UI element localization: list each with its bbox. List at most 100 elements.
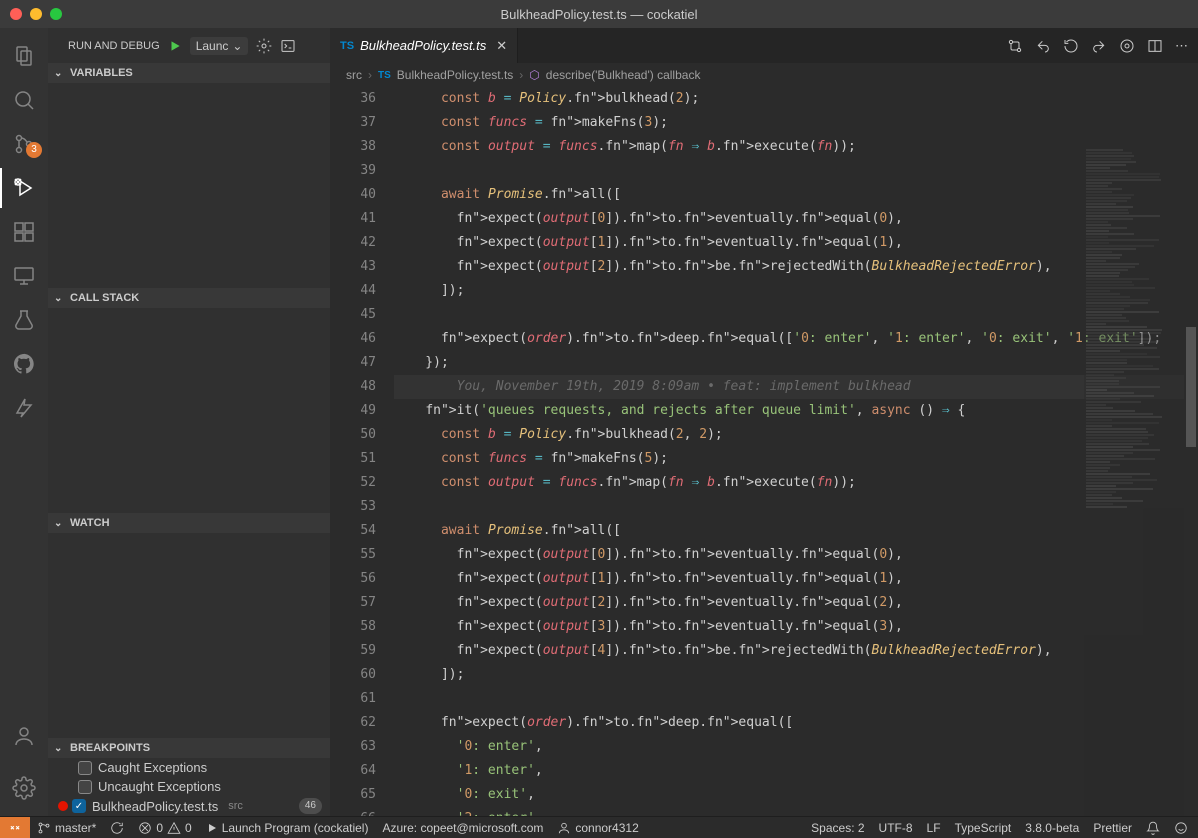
problems[interactable]: 0 0: [131, 817, 198, 838]
go-forward-icon[interactable]: [1091, 38, 1107, 54]
breakpoint-label: Uncaught Exceptions: [98, 779, 221, 794]
breakpoint-uncaught-exceptions[interactable]: Uncaught Exceptions: [48, 777, 330, 796]
breadcrumb-item[interactable]: describe('Bulkhead') callback: [546, 68, 701, 82]
breakpoint-dot-icon: [58, 801, 68, 811]
debug-target[interactable]: Launch Program (cockatiel): [199, 817, 376, 838]
github-tab[interactable]: [0, 344, 48, 384]
chevron-down-icon: ⌄: [54, 743, 66, 754]
azure-tab[interactable]: [0, 388, 48, 428]
git-branch[interactable]: master*: [30, 817, 103, 838]
maximize-window-button[interactable]: [50, 8, 62, 20]
scrollbar-thumb[interactable]: [1186, 327, 1196, 447]
sidebar-title: RUN AND DEBUG: [68, 40, 160, 52]
azure-account[interactable]: Azure: copeet@microsoft.com: [375, 817, 550, 838]
chevron-right-icon: ›: [368, 68, 372, 82]
titlebar: BulkheadPolicy.test.ts — cockatiel: [0, 0, 1198, 28]
breakpoint-caught-exceptions[interactable]: Caught Exceptions: [48, 758, 330, 777]
spaces-indicator[interactable]: Spaces: 2: [804, 817, 871, 838]
breakpoints-section-header[interactable]: ⌄ BREAKPOINTS: [48, 738, 330, 758]
symbol-icon: ⬡: [529, 68, 539, 82]
minimap[interactable]: [1084, 147, 1184, 816]
variables-section: [48, 83, 330, 288]
testing-tab[interactable]: [0, 300, 48, 340]
typescript-file-icon: TS: [378, 70, 391, 81]
eol-indicator[interactable]: LF: [920, 817, 948, 838]
callstack-section: [48, 308, 330, 513]
breadcrumb-item[interactable]: BulkheadPolicy.test.ts: [397, 68, 514, 82]
gear-icon[interactable]: [256, 38, 272, 54]
settings-icon[interactable]: [0, 768, 48, 808]
status-bar: master* 0 0 Launch Program (cockatiel) A…: [0, 816, 1198, 838]
editor-actions: ⋯: [1007, 28, 1198, 63]
checkbox[interactable]: [78, 780, 92, 794]
liveshare-label: connor4312: [575, 821, 638, 835]
warnings-count: 0: [185, 821, 192, 835]
preview-icon[interactable]: [1119, 38, 1135, 54]
watch-section-header[interactable]: ⌄ WATCH: [48, 513, 330, 533]
vertical-scrollbar[interactable]: [1184, 147, 1198, 816]
breakpoint-label: Caught Exceptions: [98, 760, 207, 775]
code-content[interactable]: const b = Policy.fn">bulkhead(2); const …: [390, 87, 1198, 816]
compare-changes-icon[interactable]: [1007, 38, 1023, 54]
breakpoint-file-entry[interactable]: BulkheadPolicy.test.ts src 46: [48, 796, 330, 816]
close-window-button[interactable]: [10, 8, 22, 20]
chevron-down-icon: ⌄: [54, 68, 66, 79]
go-back-icon[interactable]: [1035, 38, 1051, 54]
prettier-status[interactable]: Prettier: [1086, 817, 1139, 838]
editor-area: TS BulkheadPolicy.test.ts ✕ ⋯ src › TS B…: [330, 28, 1198, 816]
watch-label: WATCH: [70, 517, 110, 529]
tab-label: BulkheadPolicy.test.ts: [360, 38, 486, 53]
extensions-tab[interactable]: [0, 212, 48, 252]
editor-tab[interactable]: TS BulkheadPolicy.test.ts ✕: [330, 28, 518, 63]
feedback-icon[interactable]: [1167, 817, 1198, 838]
breadcrumb[interactable]: src › TS BulkheadPolicy.test.ts › ⬡ desc…: [330, 63, 1198, 87]
notifications-icon[interactable]: [1139, 817, 1167, 838]
remote-tab[interactable]: [0, 256, 48, 296]
explorer-tab[interactable]: [0, 36, 48, 76]
debug-sidebar: RUN AND DEBUG Launc ⌄ ⌄ VARIABLES ⌄ CALL…: [48, 28, 330, 816]
variables-section-header[interactable]: ⌄ VARIABLES: [48, 63, 330, 83]
debug-target-label: Launch Program (cockatiel): [222, 821, 369, 835]
chevron-down-icon: ⌄: [54, 518, 66, 529]
chevron-right-icon: ›: [519, 68, 523, 82]
line-numbers[interactable]: 3637383940414243444546474849505152535455…: [330, 87, 390, 816]
branch-name: master*: [55, 821, 96, 835]
encoding-indicator[interactable]: UTF-8: [872, 817, 920, 838]
chevron-down-icon: ⌄: [54, 293, 66, 304]
launch-config-dropdown[interactable]: Launc ⌄: [190, 37, 249, 55]
search-tab[interactable]: [0, 80, 48, 120]
breakpoint-file-label: BulkheadPolicy.test.ts: [92, 799, 218, 814]
split-editor-icon[interactable]: [1147, 38, 1163, 54]
minimize-window-button[interactable]: [30, 8, 42, 20]
start-debug-icon[interactable]: [168, 39, 182, 53]
launch-config-label: Launc: [196, 39, 229, 53]
watch-section: [48, 533, 330, 738]
liveshare[interactable]: connor4312: [550, 817, 645, 838]
close-icon[interactable]: ✕: [496, 38, 507, 54]
git-sync[interactable]: [103, 817, 131, 838]
breadcrumb-item[interactable]: src: [346, 68, 362, 82]
revert-icon[interactable]: [1063, 38, 1079, 54]
accounts-icon[interactable]: [0, 716, 48, 756]
typescript-version[interactable]: 3.8.0-beta: [1018, 817, 1086, 838]
azure-label: Azure: copeet@microsoft.com: [382, 821, 543, 835]
editor[interactable]: 3637383940414243444546474849505152535455…: [330, 87, 1198, 816]
debug-console-icon[interactable]: [280, 38, 296, 54]
callstack-section-header[interactable]: ⌄ CALL STACK: [48, 288, 330, 308]
sidebar-header: RUN AND DEBUG Launc ⌄: [48, 28, 330, 63]
remote-indicator[interactable]: [0, 817, 30, 838]
checkbox[interactable]: [72, 799, 86, 813]
variables-label: VARIABLES: [70, 67, 133, 79]
tab-bar: TS BulkheadPolicy.test.ts ✕ ⋯: [330, 28, 1198, 63]
language-mode[interactable]: TypeScript: [948, 817, 1019, 838]
breakpoints-section: Caught Exceptions Uncaught Exceptions Bu…: [48, 758, 330, 816]
activity-bar: 3: [0, 28, 48, 816]
traffic-lights: [10, 8, 62, 20]
errors-count: 0: [156, 821, 163, 835]
breakpoints-label: BREAKPOINTS: [70, 742, 150, 754]
more-icon[interactable]: ⋯: [1175, 38, 1188, 54]
debug-tab[interactable]: [0, 168, 48, 208]
source-control-tab[interactable]: 3: [0, 124, 48, 164]
checkbox[interactable]: [78, 761, 92, 775]
breakpoint-line-badge: 46: [299, 798, 322, 814]
